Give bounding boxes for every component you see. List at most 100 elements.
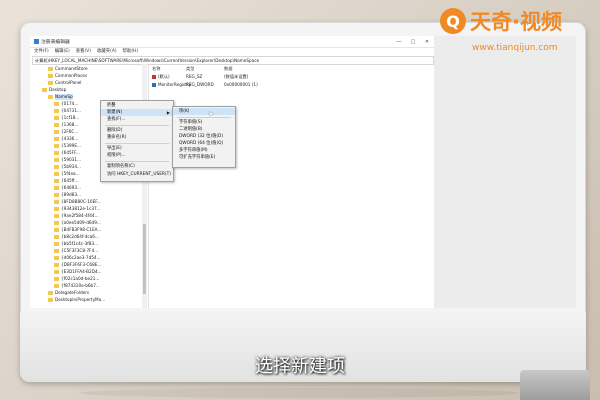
folder-icon bbox=[54, 263, 59, 267]
tree-item[interactable]: {f02c1a0d-be21... bbox=[54, 276, 99, 282]
menu-item-collapse[interactable]: 折叠 bbox=[101, 102, 173, 109]
submenu-item-expandable-string[interactable]: 可扩充字符串值(E) bbox=[173, 154, 235, 161]
menu-item-copy-key-name[interactable]: 复制项名称(C) bbox=[101, 163, 173, 170]
folder-icon bbox=[54, 207, 59, 211]
menu-item-permissions[interactable]: 权限(P)... bbox=[101, 152, 173, 159]
tree-item[interactable]: {9343812e-1c37... bbox=[54, 206, 101, 212]
submenu-item-dword[interactable]: DWORD (32 位)值(D) bbox=[173, 133, 235, 140]
tree-item[interactable]: {5f4ea... bbox=[54, 171, 80, 177]
tree-item[interactable]: {f874310e-b6b7... bbox=[54, 283, 100, 289]
folder-icon bbox=[54, 137, 59, 141]
value-row-type: REG_DWORD bbox=[186, 82, 214, 87]
tree-item-label: {64693... bbox=[61, 185, 81, 190]
tree-item[interactable]: {d06c2ae3-7d54... bbox=[54, 255, 101, 261]
menu-item-delete[interactable]: 删除(D) bbox=[101, 127, 173, 134]
column-header-type[interactable]: 类型 bbox=[186, 66, 194, 72]
tree-item[interactable]: CommonPlaces bbox=[48, 73, 87, 79]
column-header-name[interactable]: 名称 bbox=[152, 66, 160, 72]
menu-help[interactable]: 帮助(H) bbox=[123, 48, 139, 54]
tree-item[interactable]: {59031... bbox=[54, 157, 81, 163]
submenu-item-key[interactable]: 项(K) bbox=[173, 108, 235, 115]
folder-icon bbox=[54, 242, 59, 246]
minimize-button[interactable]: — bbox=[392, 36, 406, 47]
submenu-item-multi-string[interactable]: 多字符串值(M) bbox=[173, 147, 235, 154]
tree-item[interactable]: {89d83... bbox=[54, 192, 81, 198]
submenu-item-string[interactable]: 字符串值(S) bbox=[173, 119, 235, 126]
menu-item-goto-hkcu[interactable]: 访问 HKEY_CURRENT_USER(T) bbox=[101, 171, 173, 178]
menu-favorites[interactable]: 收藏夹(A) bbox=[97, 48, 117, 54]
folder-icon bbox=[48, 298, 53, 302]
folder-icon bbox=[48, 95, 53, 99]
submenu-item-qword[interactable]: QWORD (64 位)值(Q) bbox=[173, 140, 235, 147]
regedit-window: 注册表编辑器 — □ ✕ 文件(F) 编辑(E) 查看(V) 收藏夹(A) 帮助… bbox=[30, 36, 434, 308]
tree-item[interactable]: CommandStore bbox=[48, 66, 88, 72]
tree-item[interactable]: {bb5f1c4c-3f83... bbox=[54, 241, 98, 247]
tree-item[interactable]: {9ae2f584-4f44... bbox=[54, 213, 99, 219]
folder-icon bbox=[48, 291, 53, 295]
maximize-button[interactable]: □ bbox=[406, 36, 420, 47]
column-header-data[interactable]: 数据 bbox=[224, 66, 232, 72]
tree-item[interactable]: DesktopIniPropertyMa... bbox=[48, 297, 105, 303]
folder-icon bbox=[54, 214, 59, 218]
tree-item[interactable]: Desktop bbox=[42, 87, 66, 93]
tree-item-label: {a0ee5d09-d6d9... bbox=[61, 220, 101, 225]
menu-item-find[interactable]: 查找(F)... bbox=[101, 116, 173, 123]
tree-item[interactable]: {B4FB3F98-C1EA... bbox=[54, 227, 101, 233]
value-row-data: 0x00000001 (1) bbox=[224, 82, 258, 87]
menu-item-export[interactable]: 导出(E) bbox=[101, 145, 173, 152]
folder-icon bbox=[54, 179, 59, 183]
tree-item[interactable]: {4336... bbox=[54, 136, 78, 142]
tree-scrollbar-thumb[interactable] bbox=[143, 224, 146, 294]
tree-item-label: {645FF... bbox=[61, 150, 80, 155]
tree-item[interactable]: {04731... bbox=[54, 108, 81, 114]
tree-item[interactable]: {5399E... bbox=[54, 143, 81, 149]
folder-icon bbox=[54, 123, 59, 127]
logo-text: 天奇·视频 bbox=[470, 10, 562, 34]
tree-item[interactable]: {2F6C... bbox=[54, 129, 78, 135]
folder-icon bbox=[54, 109, 59, 113]
submenu-item-binary[interactable]: 二进制值(B) bbox=[173, 126, 235, 133]
tree-item[interactable]: {DBF3F6F3-C68E... bbox=[54, 262, 101, 268]
tree-item[interactable]: {a0ee5d09-d6d9... bbox=[54, 220, 101, 226]
folder-icon bbox=[48, 74, 53, 78]
tree-item[interactable]: {1368... bbox=[54, 122, 78, 128]
video-subtitle: 选择新建项 bbox=[255, 356, 345, 377]
tree-item[interactable]: DelegateFolders bbox=[48, 290, 89, 296]
tree-item-label: {E3D1FFA4-B2D4... bbox=[61, 269, 102, 274]
menu-edit[interactable]: 编辑(E) bbox=[55, 48, 70, 54]
tree-item[interactable]: {645ff... bbox=[54, 178, 79, 184]
tree-item[interactable]: {0174... bbox=[54, 101, 78, 107]
desktop-background bbox=[434, 36, 576, 308]
menu-item-rename[interactable]: 重命名(R) bbox=[101, 134, 173, 141]
tree-item[interactable]: {645FF... bbox=[54, 150, 80, 156]
menu-view[interactable]: 查看(V) bbox=[76, 48, 91, 54]
tree-item-label: DelegateFolders bbox=[55, 290, 90, 295]
menu-item-new[interactable]: 新建(N) ▶ bbox=[101, 109, 173, 116]
folder-icon bbox=[54, 284, 59, 288]
tree-item-label: {2F6C... bbox=[61, 129, 79, 134]
value-row-name[interactable]: (默认) bbox=[152, 73, 170, 80]
tree-item-label: {5399E... bbox=[61, 143, 81, 148]
tree-item-label: {645ff... bbox=[61, 178, 79, 183]
tree-item[interactable]: {b8c2d64f-4ca6... bbox=[54, 234, 99, 240]
folder-icon bbox=[54, 228, 59, 232]
folder-icon bbox=[54, 102, 59, 106]
window-title: 注册表编辑器 bbox=[41, 40, 70, 45]
tree-item[interactable]: {64693... bbox=[54, 185, 81, 191]
folder-icon bbox=[48, 67, 53, 71]
folder-icon bbox=[54, 200, 59, 204]
desk-shadow bbox=[80, 388, 520, 398]
tree-item[interactable]: {1cf18... bbox=[54, 115, 79, 121]
folder-icon bbox=[54, 144, 59, 148]
tree-item[interactable]: NameSp bbox=[48, 94, 73, 100]
tree-item[interactable]: {E3D1FFA4-B2D4... bbox=[54, 269, 102, 275]
menu-separator bbox=[177, 117, 231, 118]
menu-file[interactable]: 文件(F) bbox=[34, 48, 49, 54]
tree-item-label: {59031... bbox=[61, 157, 81, 162]
close-button[interactable]: ✕ bbox=[420, 36, 434, 47]
brand-logo: Q 天奇·视频 bbox=[440, 6, 562, 36]
tree-item[interactable]: {5b934... bbox=[54, 164, 81, 170]
tree-item[interactable]: {C5F3F3C8-7F4... bbox=[54, 248, 98, 254]
tree-item[interactable]: {8FD8B80C-10EF... bbox=[54, 199, 101, 205]
tree-item[interactable]: ControlPanel bbox=[48, 80, 81, 86]
